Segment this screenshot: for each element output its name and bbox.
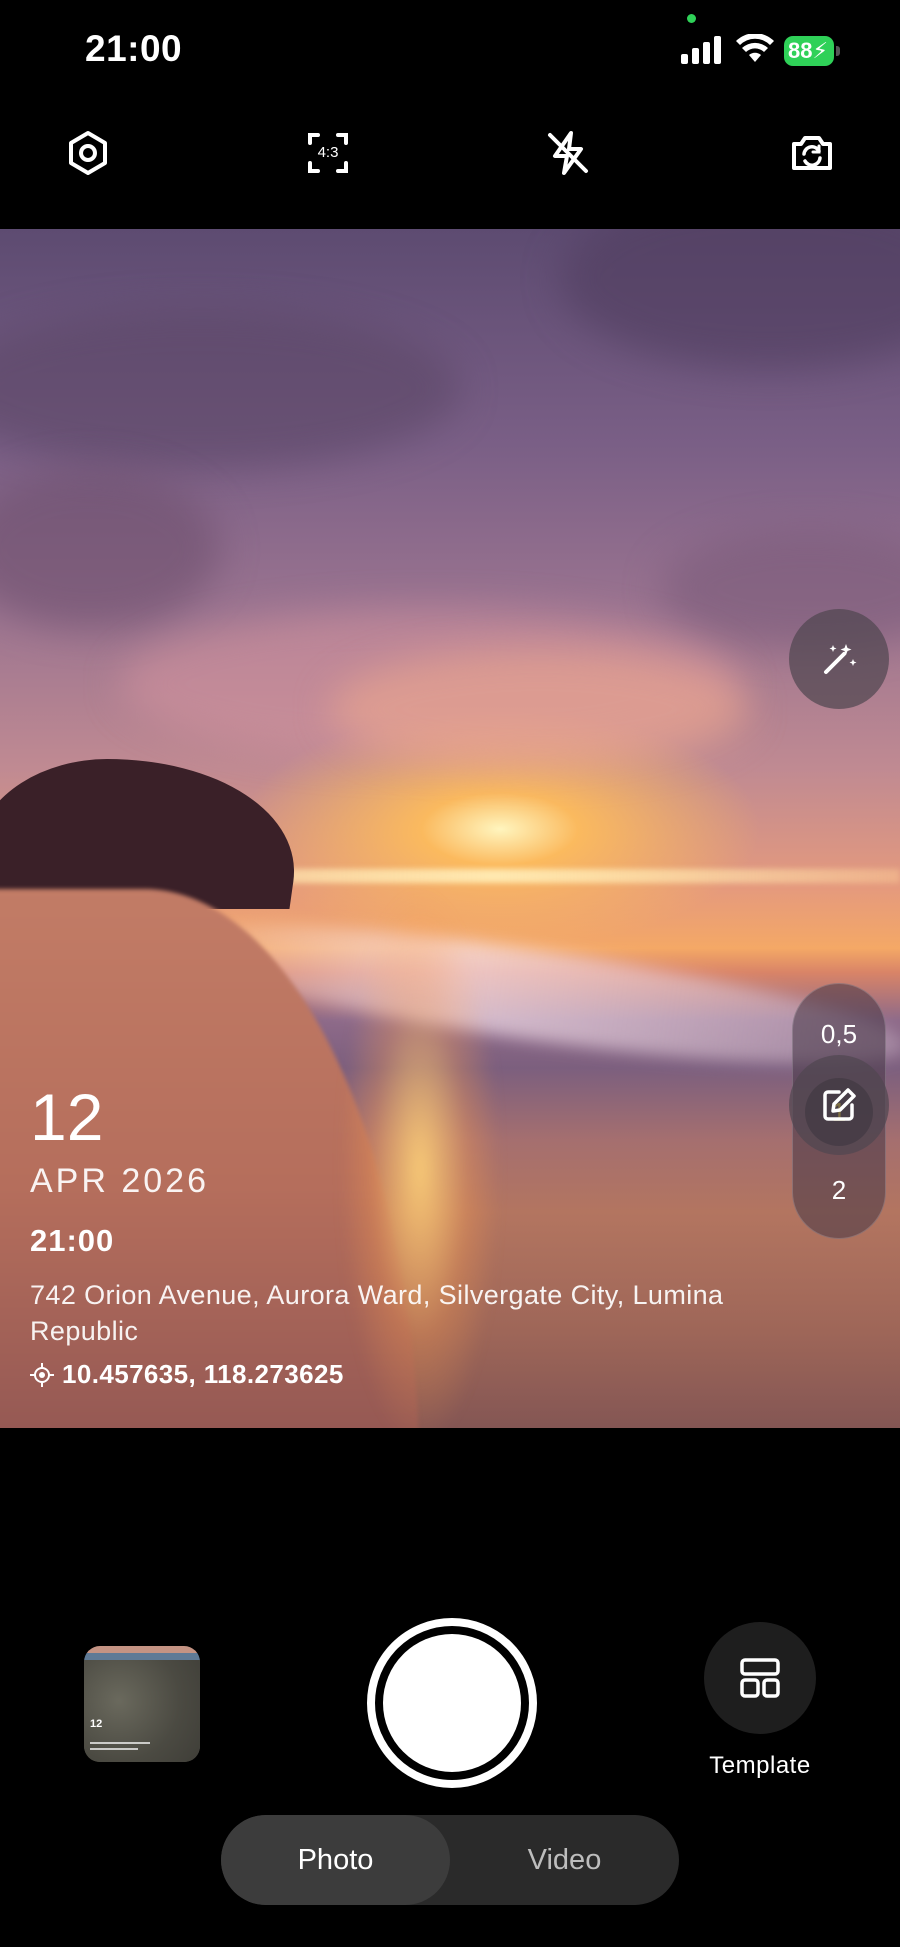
magic-wand-icon [824, 644, 857, 674]
template-button[interactable] [704, 1622, 816, 1734]
cloud [560, 229, 900, 369]
template-layout-icon [740, 1658, 780, 1698]
cloud [0, 469, 220, 629]
thumbnail-stamp-line [90, 1742, 150, 1744]
cellular-signal-icon [681, 36, 721, 64]
aspect-ratio-button[interactable]: 4:3 [298, 123, 358, 183]
camera-in-use-indicator [687, 14, 696, 23]
gallery-thumbnail[interactable]: 12 [84, 1646, 200, 1762]
shutter-inner [383, 1634, 521, 1772]
flash-off-icon [548, 131, 588, 175]
battery-level: 88⚡ [784, 36, 834, 66]
cloud [330, 649, 750, 769]
stamp-address: 742 Orion Avenue, Aurora Ward, Silvergat… [30, 1280, 724, 1346]
capture-mode-switch: Photo Video [221, 1815, 679, 1905]
battery-icon: 88⚡ [784, 36, 842, 66]
magic-enhance-button[interactable] [789, 609, 889, 709]
flash-toggle-button[interactable] [538, 123, 598, 183]
shutter-button[interactable] [367, 1618, 537, 1788]
hexagon-settings-icon [69, 131, 107, 175]
status-bar: 21:00 88⚡ [0, 0, 900, 100]
thumbnail-stamp-line [90, 1748, 138, 1750]
stamp-time: 21:00 [30, 1223, 115, 1258]
location-target-icon [30, 1362, 54, 1387]
headland [0, 759, 311, 909]
zoom-option-2[interactable]: 2 [805, 1156, 873, 1224]
thumbnail-image [84, 1660, 200, 1762]
wifi-icon [736, 34, 774, 62]
mode-photo[interactable]: Photo [221, 1815, 450, 1905]
stamp-coordinates: 10.457635, 118.273625 [62, 1359, 344, 1389]
template-label: Template [709, 1752, 811, 1779]
status-time: 21:00 [85, 28, 183, 69]
switch-camera-button[interactable] [782, 123, 842, 183]
camera-toolbar: 4:3 [0, 105, 900, 195]
thumbnail-stamp-day: 12 [90, 1718, 103, 1730]
cloud [0, 309, 460, 469]
stamp-coordinates-row: 10.457635, 118.273625 [30, 1359, 830, 1390]
switch-camera-icon [792, 136, 832, 170]
edit-icon [823, 1088, 856, 1121]
stamp-day: 12 [30, 1080, 104, 1154]
aspect-ratio-label: 4:3 [317, 144, 339, 161]
mode-video[interactable]: Video [450, 1815, 679, 1905]
edit-stamp-button[interactable] [789, 1055, 889, 1155]
settings-button[interactable] [58, 123, 118, 183]
camera-viewfinder[interactable]: 12 APR 2026 21:00 742 Orion Avenue, Auro… [0, 229, 900, 1428]
timestamp-overlay: 12 APR 2026 21:00 742 Orion Avenue, Auro… [30, 1084, 830, 1390]
stamp-month-year: APR 2026 [30, 1162, 209, 1200]
